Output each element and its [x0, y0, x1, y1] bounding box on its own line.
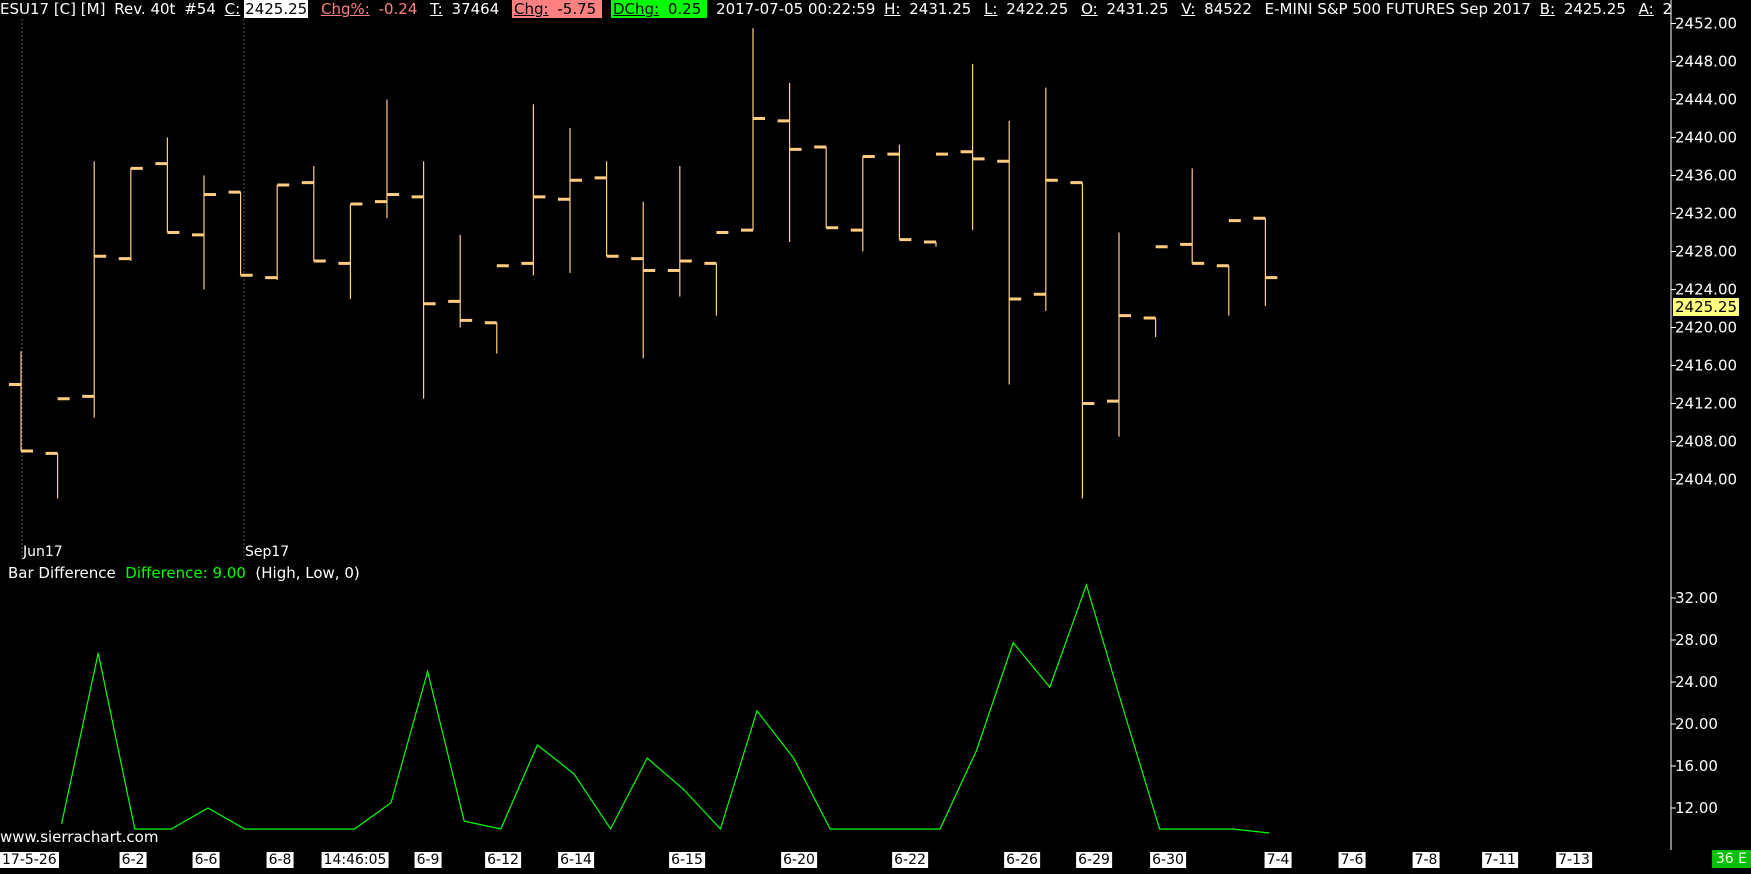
study-title[interactable]: Bar Difference Difference: 9.00 (High, L…	[8, 563, 360, 583]
ohlc-bar	[814, 145, 839, 230]
ohlc-bar	[667, 166, 692, 297]
ohlc-bar	[1070, 181, 1095, 499]
ohlc-bar	[1143, 245, 1168, 337]
study-params: (High, Low, 0)	[255, 564, 360, 582]
ohlc-bar	[631, 201, 656, 359]
ohlc-bar	[484, 264, 509, 354]
time-axis-label: 6-26	[1004, 852, 1040, 868]
time-axis-label: 6-6	[192, 852, 220, 868]
ohlc-bar	[338, 202, 363, 299]
ohlc-bar	[594, 161, 619, 258]
price-axis-label: 2420.00	[1675, 319, 1737, 337]
study-axis-label: 28.00	[1675, 631, 1718, 649]
ohlc-bar	[45, 397, 70, 499]
bar-difference-line	[61, 582, 1270, 834]
ohlc-bar	[960, 63, 985, 231]
time-axis[interactable]: 17-5-26 6-2 6-6 6-8 14:46:05 6-9 6-12 6-14 6-15 6…	[0, 850, 1751, 870]
ohlc-bar	[558, 128, 582, 273]
price-axis-label: 2452.00	[1675, 15, 1737, 33]
chart-area[interactable]: 2404.00 2408.00 2412.00 2416.00 2420.00 2424.…	[0, 0, 1751, 874]
study-axis-label: 24.00	[1675, 673, 1718, 691]
price-axis-label: 2416.00	[1675, 357, 1737, 375]
ohlc-bar	[228, 190, 253, 277]
price-axis-label: 2440.00	[1675, 129, 1737, 147]
contract-label-sep17: Sep17	[245, 544, 290, 560]
study-value: Difference: 9.00	[125, 564, 246, 582]
time-axis-label: 6-30	[1150, 852, 1186, 868]
study-axis-label: 16.00	[1675, 757, 1718, 775]
time-axis-label: 7-13	[1556, 852, 1592, 868]
ohlc-bar	[265, 183, 290, 280]
ohlc-bar	[192, 175, 216, 290]
time-axis-label: 7-6	[1338, 852, 1366, 868]
ohlc-bar	[741, 28, 765, 232]
ohlc-bar	[997, 120, 1022, 385]
time-axis-label: 6-9	[414, 852, 442, 868]
ohlc-bar	[411, 161, 436, 399]
study-axis-label: 32.00	[1675, 589, 1718, 607]
ohlc-bar	[448, 234, 473, 328]
ohlc-bar	[1180, 168, 1205, 265]
price-axis-label: 2408.00	[1675, 433, 1737, 451]
time-axis-label: 6-8	[266, 852, 294, 868]
watermark: www.sierrachart.com	[0, 828, 159, 846]
time-axis-label: 6-20	[781, 852, 817, 868]
ohlc-bar	[924, 152, 948, 247]
ohlc-bar	[777, 82, 802, 242]
ohlc-bar	[521, 104, 546, 276]
study-name: Bar Difference	[8, 564, 116, 582]
price-axis-label: 2436.00	[1675, 167, 1737, 185]
price-axis-label: 2432.00	[1675, 205, 1737, 223]
time-axis-label: 7-4	[1264, 852, 1292, 868]
price-axis-label: 2412.00	[1675, 395, 1737, 413]
chart-svg[interactable]: 2404.00 2408.00 2412.00 2416.00 2420.00 2424.…	[0, 0, 1751, 870]
price-axis-label: 2404.00	[1675, 471, 1737, 489]
study-axis-label: 12.00	[1675, 799, 1718, 817]
time-axis-label: 14:46:05	[321, 852, 389, 868]
time-axis-label: 6-29	[1076, 852, 1112, 868]
time-axis-label: 6-14	[558, 852, 594, 868]
time-axis-label: 7-8	[1412, 852, 1440, 868]
ohlc-bar	[375, 99, 399, 219]
ohlc-bar	[1253, 216, 1278, 307]
ohlc-bar	[82, 161, 107, 418]
price-axis-label: 2428.00	[1675, 243, 1737, 261]
bar-difference-series	[61, 582, 1270, 834]
ohlc-bar	[850, 155, 875, 252]
ohlc-bar	[1107, 232, 1131, 437]
time-axis-label: 6-12	[485, 852, 521, 868]
time-axis-label: 6-2	[119, 852, 147, 868]
ohlc-bar	[1033, 87, 1058, 311]
study-axis[interactable]: 12.00 16.00 20.00 24.00 28.00 32.00	[1671, 589, 1718, 817]
ohlc-bar	[1216, 219, 1241, 316]
price-axis-label: 2448.00	[1675, 53, 1737, 71]
time-axis-label: 7-11	[1482, 852, 1518, 868]
contract-label-jun17: Jun17	[23, 544, 63, 560]
ohlc-bars	[9, 28, 1278, 499]
ohlc-bar	[155, 137, 180, 234]
ohlc-bar	[704, 231, 729, 316]
last-price-badge: 2425.25	[1673, 298, 1739, 316]
study-axis-label: 20.00	[1675, 715, 1718, 733]
bar-counter: 36 E	[1711, 850, 1751, 868]
ohlc-bar	[118, 166, 143, 261]
price-axis-label: 2444.00	[1675, 91, 1737, 109]
ohlc-bar	[301, 166, 326, 263]
price-axis-label: 2424.00	[1675, 281, 1737, 299]
contract-rollover-lines	[21, 19, 245, 560]
time-axis-label: 17-5-26	[0, 852, 59, 868]
ohlc-bar	[9, 351, 33, 453]
time-axis-label: 6-15	[669, 852, 705, 868]
time-axis-label: 6-22	[892, 852, 928, 868]
ohlc-bar	[887, 144, 912, 242]
